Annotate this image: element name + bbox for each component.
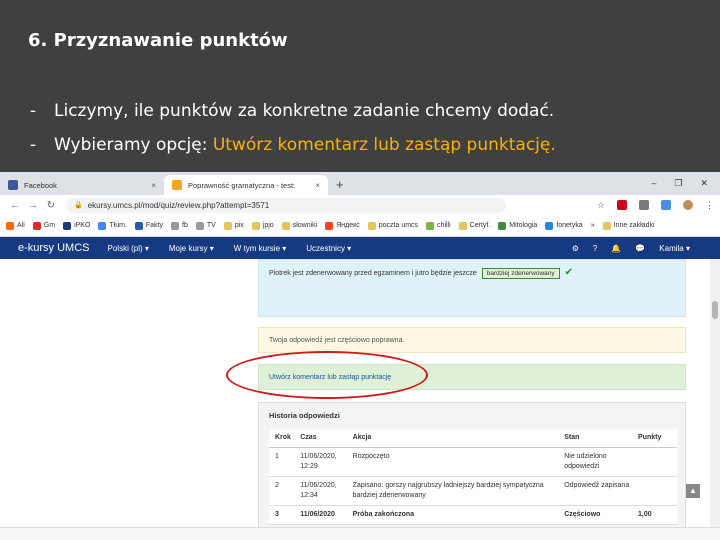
bullet-item: - Liczymy, ile punktów za konkretne zadan…	[30, 101, 555, 121]
more-bookmarks-icon[interactable]: »	[591, 222, 595, 229]
navbar-right: ⚙ ? 🔔 💬 Kamila ▾	[572, 244, 720, 253]
minimize-button[interactable]: –	[651, 178, 656, 189]
close-window-button[interactable]: ✕	[700, 178, 708, 189]
bookmark-item[interactable]: iPKO	[63, 221, 90, 230]
my-courses-menu[interactable]: Moje kursy ▾	[169, 244, 214, 253]
slide-title: 6. Przyznawanie punktów	[28, 30, 288, 51]
bookmark-item[interactable]: pix	[223, 221, 244, 230]
page-content: Piotrek jest zdenerwowany przed egzamine…	[0, 259, 720, 540]
check-icon: ✔	[564, 267, 573, 278]
star-icon[interactable]: ☆	[597, 200, 605, 211]
this-course-menu[interactable]: W tym kursie ▾	[234, 244, 286, 253]
url-input[interactable]: 🔒 ekursy.umcs.pl/mod/quiz/review.php?att…	[66, 197, 506, 213]
bookmark-item[interactable]: chilli	[426, 221, 451, 230]
question-box: Piotrek jest zdenerwowany przed egzamine…	[258, 259, 686, 317]
bullet-list: - Liczymy, ile punktów za konkretne zadan…	[30, 94, 556, 162]
back-to-top-icon[interactable]: ▲	[686, 484, 700, 498]
response-history: Historia odpowiedzi Krok Czas Akcja Stan…	[258, 402, 686, 540]
scrollbar[interactable]	[710, 259, 720, 540]
opera-extension-icon[interactable]	[617, 200, 627, 210]
language-menu[interactable]: Polski (pl) ▾	[108, 244, 149, 253]
partial-feedback: Twoja odpowiedź jest częściowo poprawna.	[258, 327, 686, 353]
bookmark-item[interactable]: fonetyka	[545, 221, 583, 230]
maximize-button[interactable]: ❐	[674, 178, 682, 189]
reload-icon[interactable]: ↻	[42, 200, 60, 211]
history-table: Krok Czas Akcja Stan Punkty 1 11/06/2020…	[269, 429, 677, 525]
bookmark-item[interactable]: poczta umcs	[367, 221, 418, 230]
lock-icon: 🔒	[74, 202, 83, 209]
bookmarks-bar: Ali Gm iPKO Tłum. Fakty fb TV pix jpjo s…	[0, 215, 720, 237]
forward-icon[interactable]: →	[24, 200, 42, 211]
table-header: Krok Czas Akcja Stan Punkty	[269, 429, 677, 448]
bottom-bar	[0, 527, 720, 540]
table-row: 2 11/06/2020, 12:34 Zapisano: gorszy naj…	[269, 477, 677, 506]
bell-icon[interactable]: 🔔	[611, 244, 621, 253]
bookmark-item[interactable]: Inne zakładki	[602, 221, 655, 230]
extension-icon[interactable]	[661, 200, 671, 210]
bookmark-item[interactable]: Яндекс	[325, 221, 360, 230]
avatar[interactable]	[683, 200, 693, 210]
table-row: 3 11/06/2020 Próba zakończona Częściowo …	[269, 506, 677, 525]
bookmark-item[interactable]: Mitologia	[498, 221, 537, 230]
scrollbar-thumb[interactable]	[712, 301, 718, 319]
extension-icon[interactable]	[639, 200, 649, 210]
question-text: Piotrek jest zdenerwowany przed egzamine…	[269, 270, 477, 277]
history-title: Historia odpowiedzi	[269, 411, 340, 420]
user-menu[interactable]: Kamila ▾	[659, 244, 690, 253]
bookmark-item[interactable]: fb	[171, 221, 188, 230]
window-controls: – ❐ ✕	[651, 178, 720, 195]
bullet-item: - Wybieramy opcję: Utwórz komentarz lub z…	[30, 135, 556, 155]
tab-bar: Facebook × Poprawność gramatyczna - test…	[0, 172, 720, 195]
answer-field: bardziej zdenerwowany	[481, 268, 560, 279]
close-tab-icon[interactable]: ×	[151, 181, 156, 190]
participants-menu[interactable]: Uczestnicy ▾	[306, 244, 351, 253]
bookmark-item[interactable]: słowniki	[281, 221, 317, 230]
tab-quiz[interactable]: Poprawność gramatyczna - test: ×	[164, 175, 328, 195]
highlight-circle	[226, 351, 428, 399]
browser-screenshot: Facebook × Poprawność gramatyczna - test…	[0, 172, 720, 540]
help-icon[interactable]: ?	[593, 244, 597, 253]
highlighted-option: Utwórz komentarz lub zastąp punktację.	[212, 135, 556, 155]
bookmark-item[interactable]: jpjo	[251, 221, 274, 230]
tab-facebook[interactable]: Facebook ×	[0, 175, 164, 195]
bookmark-item[interactable]: Ali	[6, 221, 25, 230]
back-icon[interactable]: ←	[6, 200, 24, 211]
address-bar-row: ← → ↻ 🔒 ekursy.umcs.pl/mod/quiz/review.p…	[0, 195, 720, 215]
moodle-navbar: e-kursy UMCS Polski (pl) ▾ Moje kursy ▾ …	[0, 237, 720, 259]
table-row: 1 11/06/2020, 12:29 Rozpoczęto Nie udzie…	[269, 448, 677, 477]
menu-icon[interactable]: ⋮	[705, 200, 714, 211]
facebook-icon	[8, 180, 18, 190]
chat-icon[interactable]: 💬	[635, 244, 645, 253]
bookmark-item[interactable]: Gm	[32, 221, 55, 230]
gear-icon[interactable]: ⚙	[572, 244, 579, 253]
bookmark-item[interactable]: Certyf.	[458, 221, 490, 230]
site-brand[interactable]: e-kursy UMCS	[18, 242, 90, 254]
moodle-icon	[172, 180, 182, 190]
bookmark-item[interactable]: Fakty	[134, 221, 163, 230]
presentation-slide: 6. Przyznawanie punktów - Liczymy, ile pu…	[0, 0, 720, 540]
extensions: ☆ ⋮	[597, 200, 714, 211]
bookmark-item[interactable]: Tłum.	[98, 221, 127, 230]
close-tab-icon[interactable]: ×	[315, 181, 320, 190]
bookmark-item[interactable]: TV	[195, 221, 216, 230]
new-tab-button[interactable]: +	[336, 177, 344, 192]
